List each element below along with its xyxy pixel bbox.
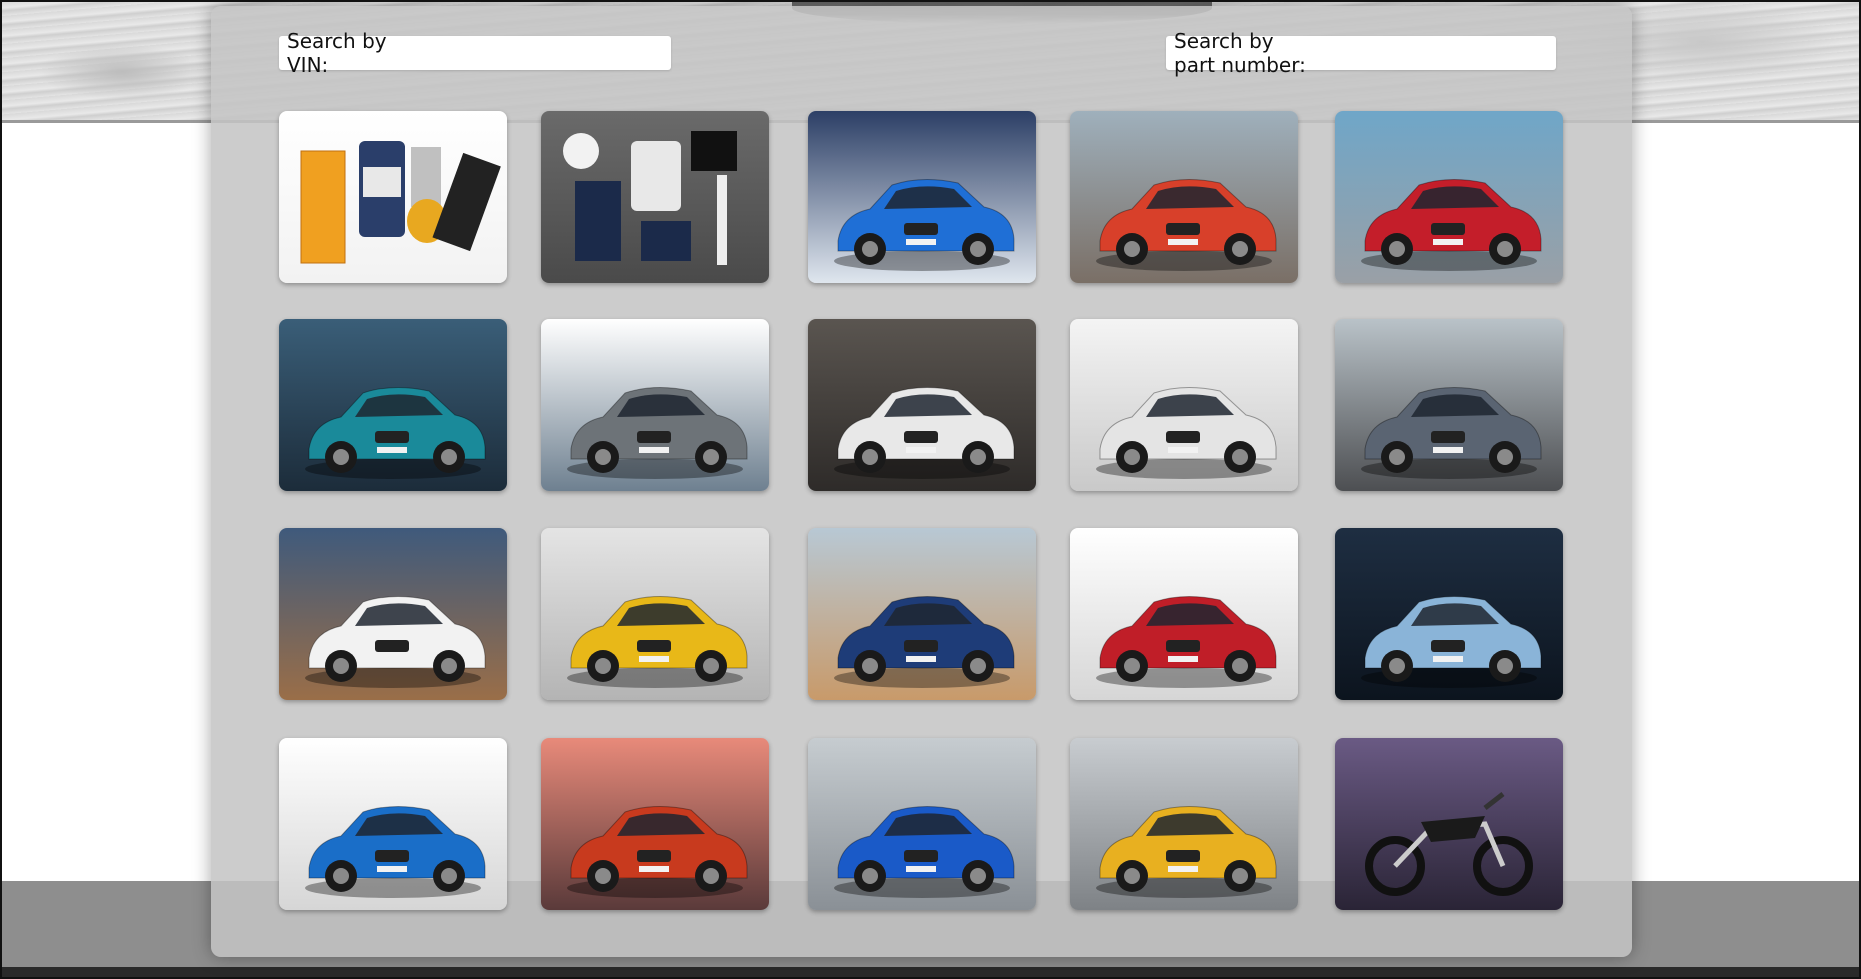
hatchback-image[interactable]	[808, 111, 1036, 283]
mini-hatch-image[interactable]	[1070, 738, 1298, 910]
suv-coupe-image[interactable]	[541, 528, 769, 700]
gran-coupe-image[interactable]	[279, 319, 507, 491]
vin-search-label: Search by VIN:	[287, 29, 387, 77]
part-number-search-input[interactable]	[1319, 36, 1556, 70]
sedan-image[interactable]	[1335, 111, 1563, 283]
lifestyle-collection-image[interactable]	[541, 111, 769, 283]
part-number-search-field[interactable]: Search by part number:	[1166, 29, 1556, 77]
vin-search-field[interactable]: Search by VIN:	[279, 29, 671, 77]
suv-image[interactable]	[1335, 528, 1563, 700]
gran-turismo-image[interactable]	[808, 319, 1036, 491]
luxury-sedan-image[interactable]	[1070, 319, 1298, 491]
roadster-image[interactable]	[541, 738, 769, 910]
suv-image[interactable]	[279, 528, 507, 700]
suv-coupe-image[interactable]	[279, 738, 507, 910]
hybrid-sports-car-image[interactable]	[808, 738, 1036, 910]
catalog-panel: Search by VIN: Search by part number:	[211, 6, 1632, 957]
sedan-image[interactable]	[541, 319, 769, 491]
app-window: Search by VIN: Search by part number:	[0, 0, 1861, 979]
suv-coupe-image[interactable]	[1070, 528, 1298, 700]
suv-image[interactable]	[808, 528, 1036, 700]
vin-search-input[interactable]	[434, 36, 671, 70]
part-number-search-label: Search by part number:	[1174, 29, 1306, 77]
motorcycle-image[interactable]	[1335, 738, 1563, 910]
service-parts-image[interactable]	[279, 111, 507, 283]
tourer-image[interactable]	[1070, 111, 1298, 283]
coupe-image[interactable]	[1335, 319, 1563, 491]
